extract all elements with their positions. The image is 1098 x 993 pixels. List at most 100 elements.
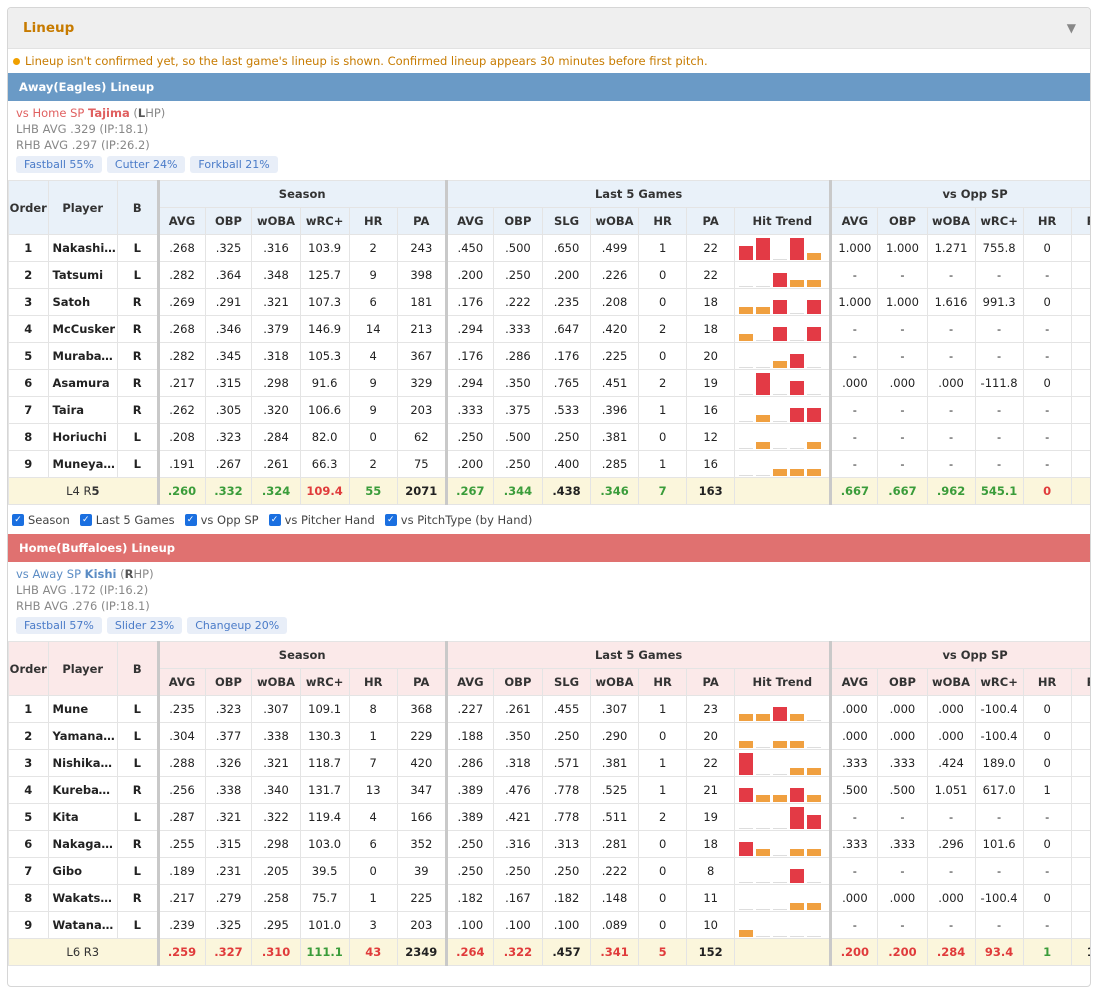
table-row[interactable]: 8 Horiuchi L .208.323.284 82.0 0 62.250.500.25… [8, 423, 1090, 451]
table-row[interactable]: 6 Asamura R .217.315.298 91.6 9 329.294.350.76… [8, 369, 1090, 397]
away-pitch-tags: Fastball 55% Cutter 24% Forkball 21% [16, 156, 1090, 173]
batting-order: 1 [8, 695, 49, 723]
table-row[interactable]: 1 Nakashima L .268.325.316 103.9 2 243.450.500… [8, 234, 1090, 262]
filter-checkbox[interactable]: ✓ vs Opp SP [184, 513, 259, 527]
filter-checkbox[interactable]: ✓ vs Pitcher Hand [268, 513, 375, 527]
col-last5-avg: AVG [445, 668, 494, 696]
vs-opp-stat: - [926, 857, 976, 885]
hit-trend-bar [739, 909, 754, 910]
hit-trend-bar [773, 421, 788, 422]
vs-opp-stat: 2 [1070, 884, 1090, 912]
player-name[interactable]: Taira [47, 396, 118, 424]
col-season-obp: OBP [204, 668, 253, 696]
checkbox-checked-icon[interactable]: ✓ [12, 513, 24, 526]
vs-opp-stat: .000 [926, 884, 976, 912]
vs-opp-stat: - [974, 342, 1024, 370]
table-row[interactable]: 7 Gibo L .189.231.205 39.5 0 39.250.250.250.22… [8, 857, 1090, 885]
hit-trend-bar [807, 795, 822, 802]
panel-header[interactable]: Lineup ▼ [8, 8, 1090, 49]
col-order: Order [8, 641, 49, 696]
checkbox-checked-icon[interactable]: ✓ [184, 513, 197, 526]
season-stat: 131.7 [299, 776, 350, 804]
player-name[interactable]: Kurebayashi [47, 776, 118, 804]
season-stat: 119.4 [299, 803, 350, 831]
col-bats: B [116, 641, 160, 696]
player-name[interactable]: McCusker [47, 315, 118, 343]
hit-trend-bar [756, 882, 771, 883]
player-name[interactable]: Nishikawa [47, 749, 118, 777]
table-row[interactable]: 9 Muneyama L .191.267.261 66.3 2 75.200.250.40… [8, 450, 1090, 478]
summary-season: .324 [251, 477, 301, 505]
table-row[interactable]: 4 McCusker R .268.346.379 146.9 14 213.294.333… [8, 315, 1090, 343]
player-name[interactable]: Watanabe [47, 911, 118, 939]
hit-trend-chart [736, 371, 828, 395]
player-name[interactable]: Yamanaka [47, 722, 118, 750]
player-name[interactable]: Horiuchi [47, 423, 118, 451]
season-stat: 398 [396, 261, 448, 289]
home-sp-name[interactable]: Kishi [85, 567, 117, 581]
filter-checkbox[interactable]: ✓ Last 5 Games [79, 513, 175, 527]
hit-trend-bar [756, 714, 771, 721]
player-name[interactable]: Gibo [47, 857, 118, 885]
table-row[interactable]: 1 Mune L .235.323.307 109.1 8 368.227.261.455.… [8, 695, 1090, 723]
batting-order: 8 [8, 884, 49, 912]
vs-opp-stat: .000 [830, 695, 879, 723]
last5-stat: .250 [492, 857, 543, 885]
hit-trend-cell [734, 234, 833, 262]
summary-vs-opp: .667 [877, 477, 928, 505]
player-name[interactable]: Tatsumi [47, 261, 118, 289]
vs-opp-stat: - [974, 450, 1024, 478]
col-player: Player [47, 180, 118, 235]
hit-trend-bar [756, 238, 771, 260]
hit-trend-bar [790, 903, 805, 910]
last5-stat: .250 [445, 857, 494, 885]
player-name[interactable]: Muneyama [47, 450, 118, 478]
batting-order: 2 [8, 722, 49, 750]
table-row[interactable]: 8 Wakatsuki R .217.279.258 75.7 1 225.182.167.… [8, 884, 1090, 912]
table-row[interactable]: 9 Watanabe L .239.325.295 101.0 3 203.100.100.… [8, 911, 1090, 939]
away-table-wrap[interactable]: Order Player B Season Last 5 Games vs Opp SP A… [8, 180, 1090, 505]
vs-opp-stat: - [974, 857, 1024, 885]
away-sp-name[interactable]: Tajima [88, 106, 130, 120]
last5-stat: 16 [686, 450, 736, 478]
table-row[interactable]: 2 Tatsumi L .282.364.348 125.7 9 398.200.250.2… [8, 261, 1090, 289]
away-sp-line: vs Home SP Tajima (LHP) [16, 105, 1090, 121]
player-name[interactable]: Murabaya... [47, 342, 118, 370]
home-lineup-title: Home(Buffaloes) Lineup [19, 541, 176, 555]
filter-checkbox[interactable]: ✓ Season [12, 513, 70, 527]
season-stat: .269 [157, 288, 206, 316]
season-stat: 2 [348, 234, 398, 262]
table-row[interactable]: 3 Satoh R .269.291.321 107.3 6 181.176.222.235… [8, 288, 1090, 316]
checkbox-checked-icon[interactable]: ✓ [384, 513, 397, 526]
player-name[interactable]: Satoh [47, 288, 118, 316]
player-name[interactable]: Nakashima [47, 234, 118, 262]
sp-prefix: vs Away SP [16, 567, 85, 581]
player-name[interactable]: Wakatsuki [47, 884, 118, 912]
player-name[interactable]: Mune [47, 695, 118, 723]
checkbox-checked-icon[interactable]: ✓ [79, 513, 92, 526]
chevron-down-icon[interactable]: ▼ [1067, 21, 1076, 35]
hit-trend-cell [734, 342, 833, 370]
vs-opp-stat: - [1022, 315, 1072, 343]
table-row[interactable]: 3 Nishikawa L .288.326.321 118.7 7 420.286.318… [8, 749, 1090, 777]
table-row[interactable]: 6 Nakagawa R .255.315.298 103.0 6 352.250.316.… [8, 830, 1090, 858]
table-row[interactable]: 2 Yamanaka L .304.377.338 130.3 1 229.188.350.… [8, 722, 1090, 750]
table-row[interactable]: 5Murabaya...R.282.345.318105.34367.176.2… [8, 342, 1090, 370]
summary-vs-opp: 545.1 [974, 477, 1024, 505]
vs-opp-stat: - [926, 911, 976, 939]
table-row[interactable]: 4KurebayashiR.256.338.340131.713347.389.… [8, 776, 1090, 804]
vs-opp-stat: 3 [1070, 749, 1090, 777]
last5-stat: 0 [638, 342, 688, 370]
last5-stat: 21 [686, 776, 736, 804]
filter-checkbox[interactable]: ✓ vs PitchType (by Hand) [384, 513, 532, 527]
player-name[interactable]: Nakagawa [47, 830, 118, 858]
checkbox-checked-icon[interactable]: ✓ [268, 513, 281, 526]
player-name[interactable]: Kita [47, 803, 118, 831]
table-row[interactable]: 5 Kita L .287.321.322 119.4 4 166.389.421.778.… [8, 803, 1090, 831]
season-stat: 225 [396, 884, 448, 912]
season-stat: .288 [157, 749, 206, 777]
table-row[interactable]: 7 Taira R .262.305.320 106.6 9 203.333.375.533… [8, 396, 1090, 424]
home-table-wrap[interactable]: Order Player B Season Last 5 Games vs Opp SP A… [8, 641, 1090, 966]
season-stat: 91.6 [299, 369, 350, 397]
player-name[interactable]: Asamura [47, 369, 118, 397]
